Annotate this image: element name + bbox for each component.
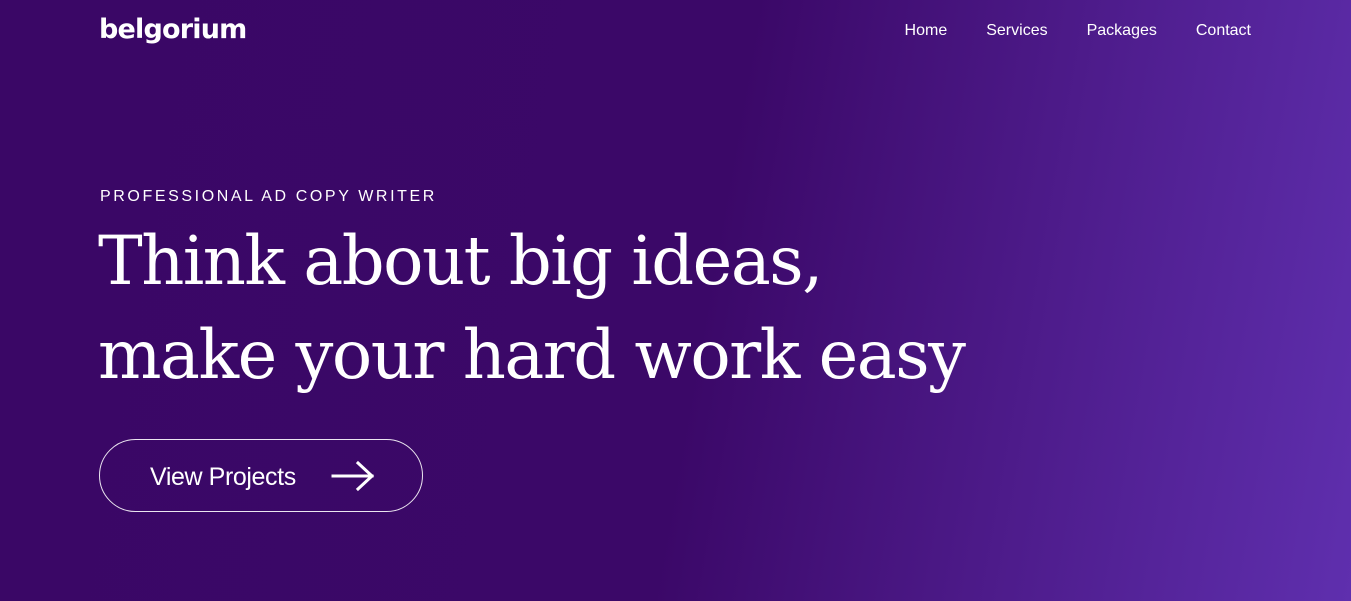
view-projects-button[interactable]: View Projects bbox=[99, 439, 423, 512]
top-navigation: belgorium Home Services Packages Contact bbox=[0, 0, 1351, 62]
arrow-right-icon bbox=[331, 460, 375, 492]
hero-section: belgorium Home Services Packages Contact… bbox=[0, 0, 1351, 601]
main-nav: Home Services Packages Contact bbox=[905, 20, 1251, 42]
headline-line-2: make your hard work easy bbox=[98, 316, 966, 394]
nav-item-packages[interactable]: Packages bbox=[1087, 20, 1157, 42]
nav-item-home[interactable]: Home bbox=[905, 20, 948, 42]
nav-item-services[interactable]: Services bbox=[986, 20, 1047, 42]
hero-eyebrow: PROFESSIONAL AD COPY WRITER bbox=[100, 188, 437, 205]
headline-line-1: Think about big ideas, bbox=[98, 222, 823, 300]
nav-item-contact[interactable]: Contact bbox=[1196, 20, 1251, 42]
hero-headline: Think about big ideas, make your hard wo… bbox=[98, 214, 966, 402]
brand-logo[interactable]: belgorium bbox=[99, 13, 247, 47]
view-projects-label: View Projects bbox=[150, 463, 296, 491]
